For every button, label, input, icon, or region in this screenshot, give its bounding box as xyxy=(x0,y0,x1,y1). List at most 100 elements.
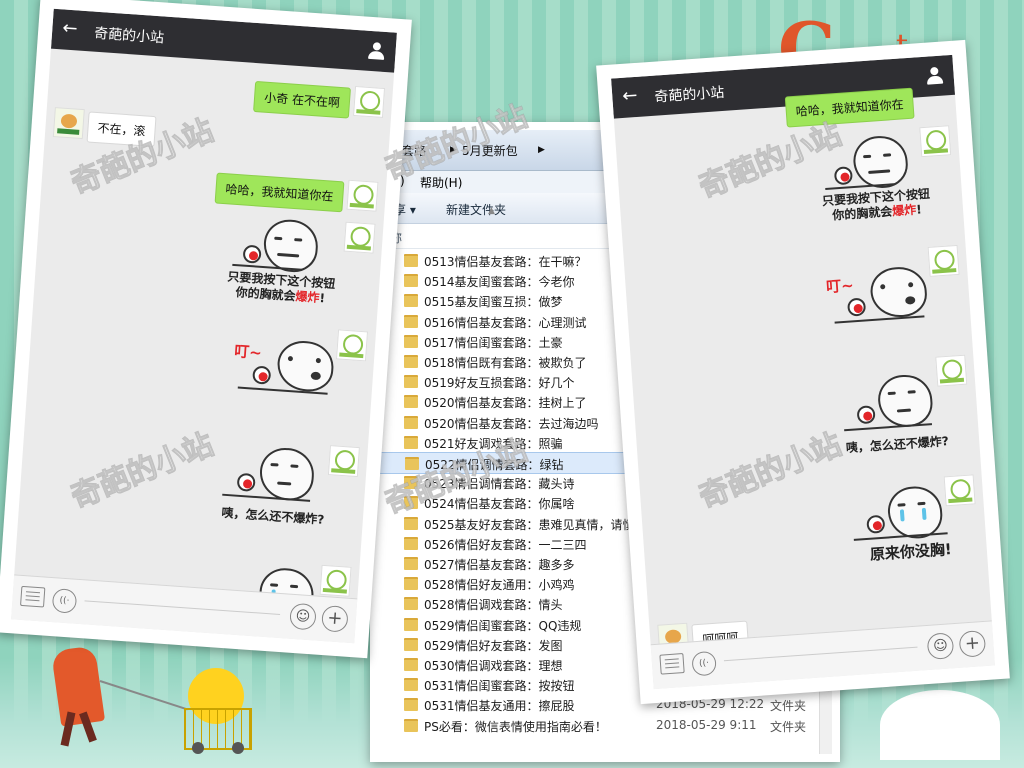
keyboard-icon[interactable] xyxy=(659,653,685,675)
chat-bubble-received: 不在，滚 xyxy=(86,111,157,148)
decorative-shape xyxy=(880,690,1000,760)
back-arrow-icon[interactable]: ← xyxy=(62,17,79,39)
meme-sticker-ding: 叮~ xyxy=(821,262,946,340)
folder-icon xyxy=(404,294,418,308)
meme-caption: ! xyxy=(319,291,326,306)
plus-icon[interactable]: + xyxy=(321,604,349,633)
emoji-icon[interactable]: ☺ xyxy=(289,602,317,631)
breadcrumb-item[interactable]: 5月更新包 xyxy=(462,142,518,159)
file-name: 0526情侣好友套路：一二三四 xyxy=(424,537,587,552)
folder-icon xyxy=(404,698,418,712)
meme-sticker-ding: 叮~ xyxy=(227,334,352,412)
meme-caption: 咦，怎么还不爆炸? xyxy=(221,505,325,527)
file-name: 0529情侣好友套路：发图 xyxy=(424,638,563,653)
file-name: 0514基友闺蜜套路：今老你 xyxy=(424,275,575,290)
chat-card-left: ← 奇葩的小站 小奇 在不在啊 不在，滚 哈哈，我就知道你在 只要我按下这个按钮… xyxy=(0,0,412,659)
chat-bubble-sent: 小奇 在不在啊 xyxy=(253,80,351,119)
file-name: 0528情侣好友通用：小鸡鸡 xyxy=(424,578,575,593)
person-icon[interactable] xyxy=(367,41,386,62)
file-date: 2018-05-29 9:11 xyxy=(656,717,757,732)
folder-icon xyxy=(404,658,418,671)
folder-icon xyxy=(404,678,418,692)
menu-help[interactable]: 帮助(H) xyxy=(420,174,462,191)
file-type: 文件夹 xyxy=(770,699,807,714)
file-name: 0530情侣调戏套路：理想 xyxy=(424,659,563,673)
file-name: 0518情侣既有套路：被欺负了 xyxy=(424,356,587,370)
meme-caption: 叮~ xyxy=(825,276,855,297)
folder-icon xyxy=(404,597,418,611)
file-row[interactable]: PS必看：微信表情使用指南必看！ 2018-05-29 9:11 文件夹 xyxy=(378,715,832,735)
folder-icon xyxy=(404,577,418,591)
chevron-right-icon: ▶ xyxy=(450,145,457,155)
meme-caption: ! xyxy=(915,202,923,217)
meme-sticker-button: 只要我按下这个按钮 你的胸就会爆炸! xyxy=(209,211,356,321)
folder-icon xyxy=(404,718,418,732)
meme-caption: 咦，怎么还不爆炸? xyxy=(845,434,950,456)
folder-icon xyxy=(404,557,418,570)
folder-icon xyxy=(404,516,418,530)
file-type: 文件夹 xyxy=(770,719,807,734)
file-name: 0528情侣调戏套路：情头 xyxy=(424,598,563,613)
meme-caption: 你的胸就会 xyxy=(831,204,893,223)
back-arrow-icon[interactable]: ← xyxy=(622,85,639,107)
file-name: PS必看：微信表情使用指南必看！ xyxy=(424,719,607,734)
meme-sticker-crying: 原来你没胸! xyxy=(836,480,982,580)
meme-caption-highlight: 爆炸 xyxy=(891,202,917,219)
file-name: 0520情侣基友套路：去过海边吗 xyxy=(424,416,599,431)
meme-sticker-confused: 咦，怎么还不爆炸? xyxy=(202,441,348,541)
meme-caption-highlight: 爆炸 xyxy=(295,289,320,305)
chat-title-bar: ← 奇葩的小站 xyxy=(50,8,397,73)
file-name: 0519好友互损套路：好几个 xyxy=(424,376,575,391)
chevron-right-icon: ▶ xyxy=(538,145,545,155)
keyboard-icon[interactable] xyxy=(20,585,46,608)
file-name: 0531情侣闺蜜套路：按按钮 xyxy=(424,679,575,694)
illustration-wheel xyxy=(232,742,244,754)
emoji-icon[interactable]: ☺ xyxy=(926,632,955,660)
voice-icon[interactable]: ((· xyxy=(51,588,78,614)
file-name: 0521好友调戏套路：照骗 xyxy=(424,436,563,451)
folder-icon xyxy=(404,375,418,389)
file-name: 0524情侣基友套路：你属啥 xyxy=(424,497,575,512)
folder-icon xyxy=(404,617,418,631)
folder-icon xyxy=(404,334,418,348)
folder-icon xyxy=(404,476,418,490)
meme-caption: 叮~ xyxy=(233,342,263,363)
chat-card-right: ← 奇葩的小站 哈哈，我就知道你在 只要我按下这个按钮 你的胸就会爆炸! 叮~ xyxy=(596,39,1010,705)
folder-icon xyxy=(404,415,418,429)
message-input[interactable] xyxy=(723,646,918,662)
file-row[interactable]: 0531情侣基友通用：擦屁股 2018-05-29 12:22 文件夹 xyxy=(378,694,832,714)
chat-title: 奇葩的小站 xyxy=(93,25,165,47)
meme-sticker-button: 只要我按下这个按钮 你的胸就会爆炸! xyxy=(802,128,949,238)
folder-icon xyxy=(404,496,418,510)
folder-icon xyxy=(404,274,418,288)
file-name: 0531情侣基友通用：擦屁股 xyxy=(424,699,575,714)
new-folder-button[interactable]: 新建文件夹 xyxy=(446,201,506,218)
sort-arrow-icon: ▲ xyxy=(488,206,495,216)
file-name: 0517情侣闺蜜套路：土豪 xyxy=(424,335,563,350)
file-name: 0515基友闺蜜互损：做梦 xyxy=(424,295,563,310)
illustration-wheel xyxy=(192,742,204,754)
phone-screen: ← 奇葩的小站 哈哈，我就知道你在 只要我按下这个按钮 你的胸就会爆炸! 叮~ xyxy=(611,54,995,690)
voice-icon[interactable]: ((· xyxy=(691,650,717,677)
file-name: 0516情侣基友套路：心理测试 xyxy=(424,315,587,330)
avatar[interactable] xyxy=(52,107,85,140)
person-icon[interactable] xyxy=(925,65,944,86)
file-name: 0513情侣基友套路：在干嘛？ xyxy=(424,255,587,269)
message-input[interactable] xyxy=(84,600,281,616)
folder-icon xyxy=(404,254,418,267)
folder-icon xyxy=(405,457,419,470)
file-name: 0522情侣调情套路：绿钻 xyxy=(425,458,564,472)
avatar[interactable] xyxy=(353,85,386,118)
file-name: 0527情侣基友套路：趣多多 xyxy=(424,558,575,572)
folder-icon xyxy=(404,355,418,368)
chat-bubble-sent: 哈哈，我就知道你在 xyxy=(214,172,345,213)
meme-caption: 你的胸就会 xyxy=(235,285,297,304)
file-name: 0529情侣闺蜜套路：QQ违规 xyxy=(424,618,582,633)
folder-icon xyxy=(404,435,418,449)
folder-icon xyxy=(404,314,418,328)
meme-caption: 原来你没胸! xyxy=(869,540,953,564)
avatar[interactable] xyxy=(346,179,379,212)
folder-icon xyxy=(404,637,418,651)
plus-icon[interactable]: + xyxy=(958,629,987,658)
file-name: 0520情侣基友套路：挂树上了 xyxy=(424,396,587,411)
